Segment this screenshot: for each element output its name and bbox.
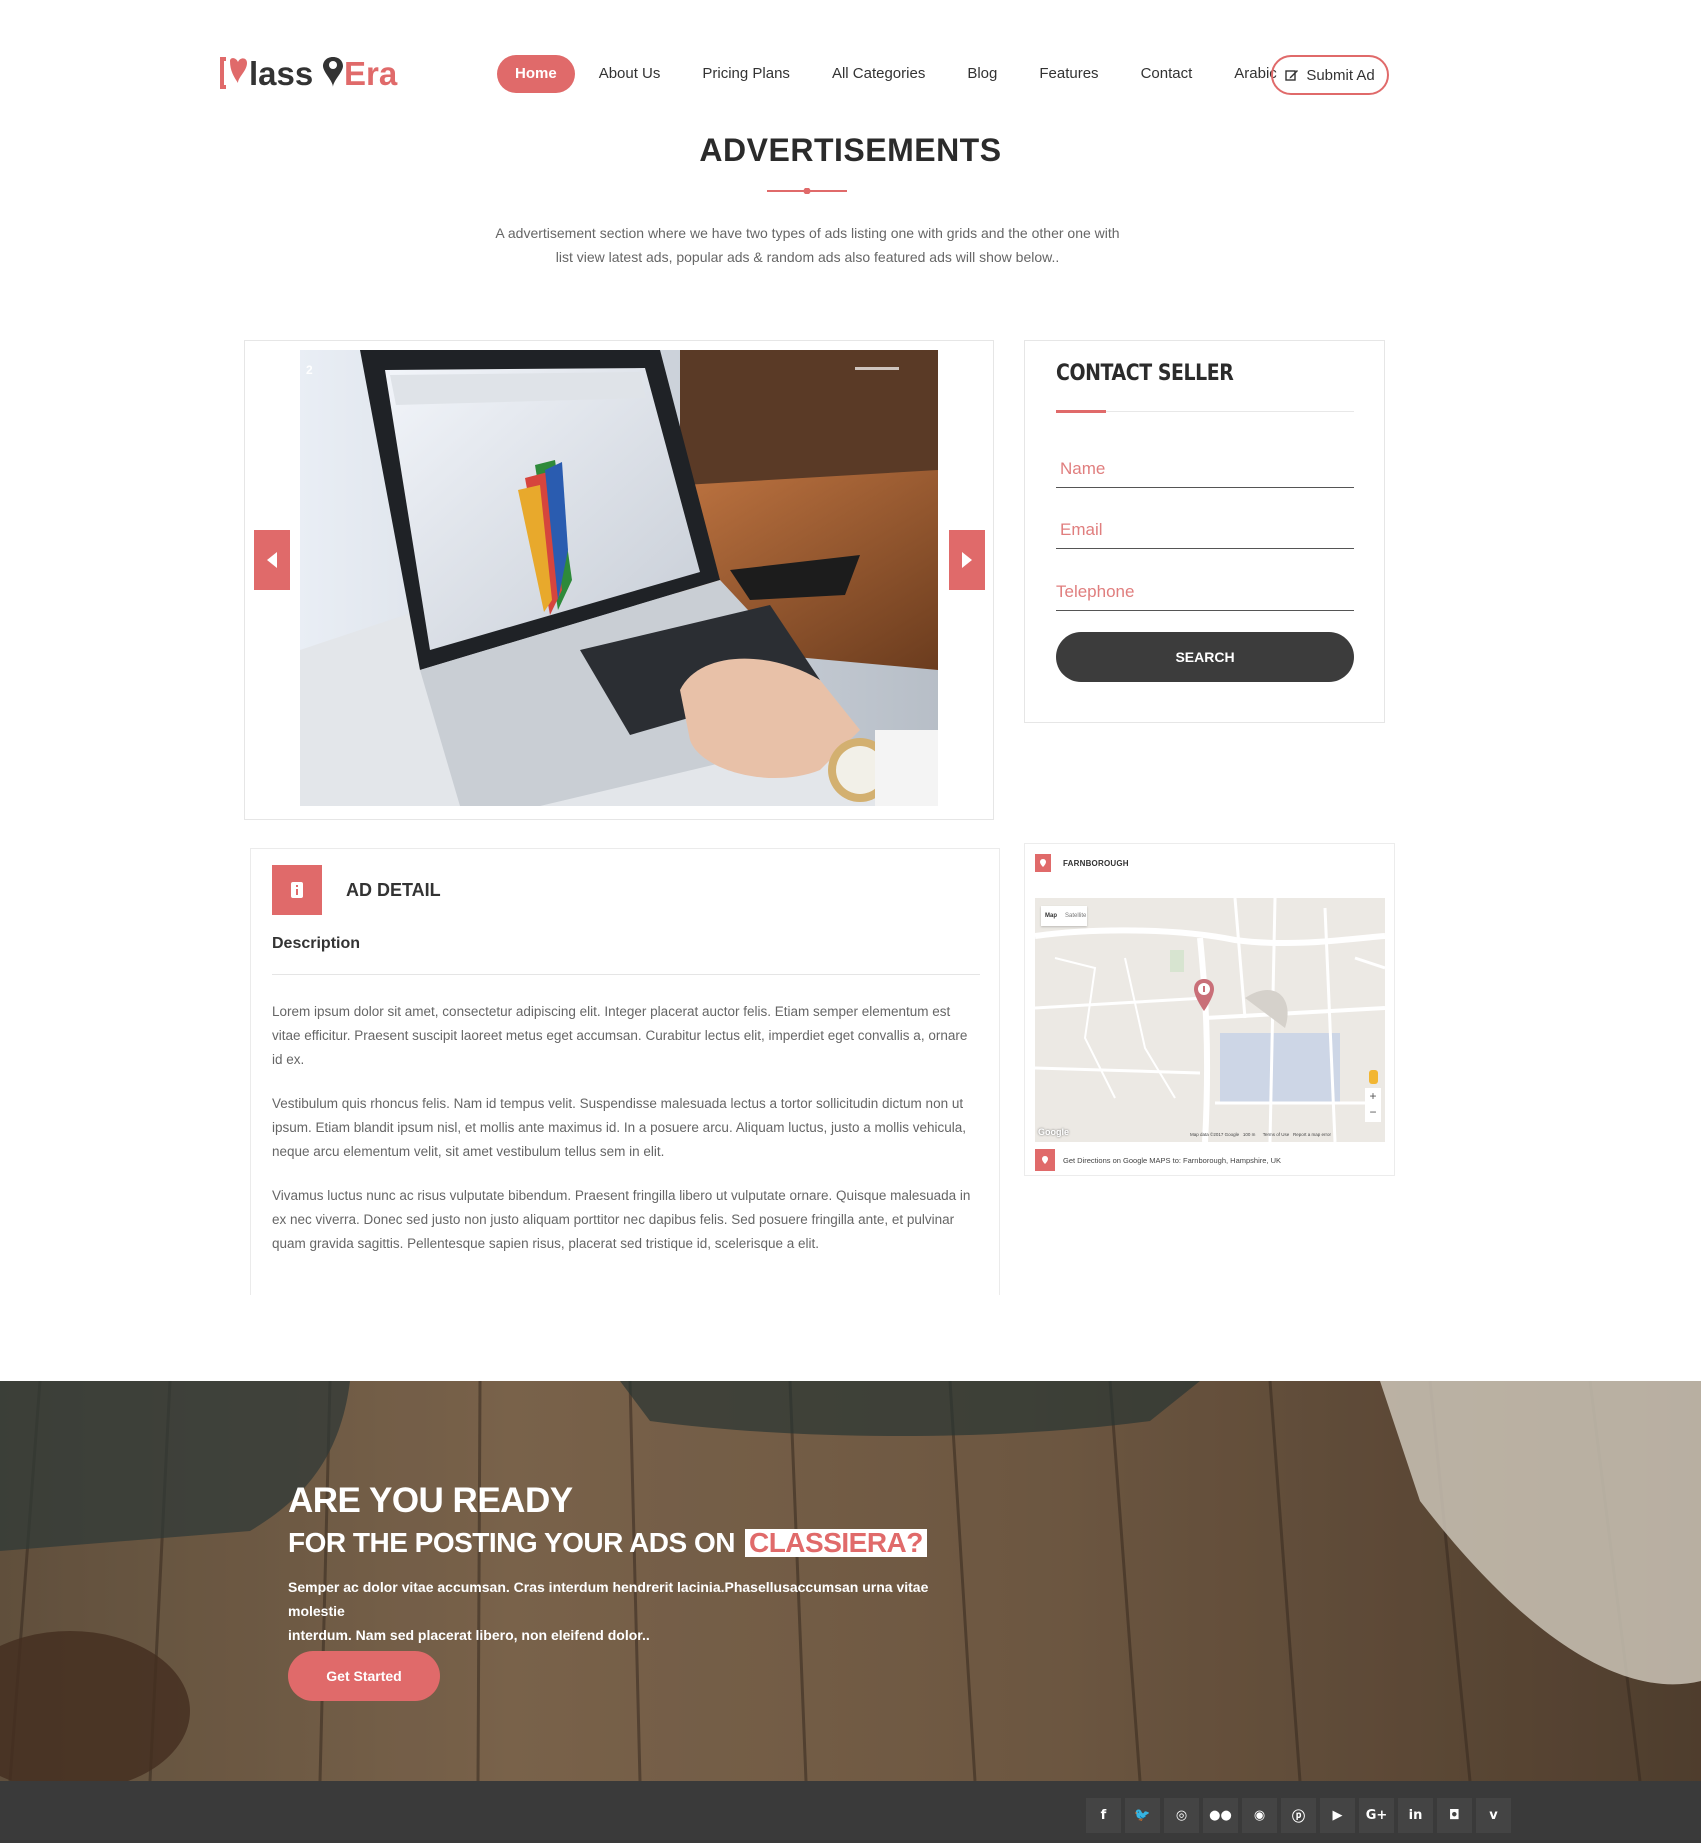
- name-field[interactable]: [1056, 450, 1354, 488]
- slide-counter: 2: [306, 363, 313, 377]
- description-paragraph: Vivamus luctus nunc ac risus vulputate b…: [272, 1188, 971, 1251]
- contact-seller-panel: CONTACT SELLER SEARCH: [1024, 340, 1385, 723]
- svg-text:Era: Era: [344, 55, 398, 92]
- footer-bar: f 🐦 ◎ ●● ◉ ⓟ ▶ G+ in ◘ v: [0, 1781, 1701, 1843]
- svg-text:lass: lass: [249, 55, 313, 92]
- dribbble-icon[interactable]: ◎: [1164, 1798, 1199, 1833]
- nav-item-all-categories[interactable]: All Categories: [811, 55, 946, 93]
- search-button[interactable]: SEARCH: [1056, 632, 1354, 682]
- google-plus-icon[interactable]: G+: [1359, 1798, 1394, 1833]
- classiera-logo-icon: lass Era: [220, 55, 398, 92]
- nav-item-blog[interactable]: Blog: [946, 55, 1018, 93]
- slider-next-button[interactable]: [949, 530, 985, 590]
- divider-accent: [1056, 410, 1106, 413]
- zoom-control: + −: [1365, 1088, 1381, 1122]
- email-field[interactable]: [1056, 511, 1354, 549]
- ad-detail-title: AD DETAIL: [346, 880, 441, 900]
- map-tab[interactable]: Map: [1045, 913, 1057, 919]
- vimeo-icon[interactable]: v: [1476, 1798, 1511, 1833]
- cta-highlight: CLASSIERA?: [744, 1529, 927, 1557]
- location-map-panel: FARNBOROUGH Map Satellite + − Google Map…: [1024, 843, 1395, 1176]
- map-location-name: FARNBOROUGH: [1063, 858, 1129, 868]
- site-logo[interactable]: lass Era: [220, 50, 406, 95]
- telephone-field[interactable]: [1056, 573, 1354, 611]
- nav-item-contact[interactable]: Contact: [1120, 55, 1214, 93]
- google-map[interactable]: Map Satellite + − Google Map data ©2017 …: [1035, 898, 1385, 1142]
- contact-seller-title: CONTACT SELLER: [1056, 361, 1234, 386]
- nav-item-about-us[interactable]: About Us: [578, 55, 682, 93]
- get-started-button[interactable]: Get Started: [288, 1651, 440, 1701]
- location-pin-icon: [1035, 1149, 1055, 1171]
- map-tiles: [1035, 898, 1385, 1142]
- cta-subheading: FOR THE POSTING YOUR ADS ON CLASSIERA?: [288, 1527, 927, 1559]
- map-location-header: FARNBOROUGH: [1035, 854, 1129, 872]
- street-view-pegman-icon[interactable]: [1369, 1070, 1378, 1084]
- section-description: A advertisement section where we have tw…: [495, 225, 1120, 265]
- description-paragraph: Lorem ipsum dolor sit amet, consectetur …: [272, 1004, 968, 1067]
- nav-item-home[interactable]: Home: [497, 55, 575, 93]
- section-title: ADVERTISEMENTS: [699, 132, 1002, 168]
- pinterest-icon[interactable]: ⓟ: [1281, 1798, 1316, 1833]
- submit-ad-button[interactable]: Submit Ad: [1271, 55, 1389, 95]
- instagram-icon[interactable]: ◘: [1437, 1798, 1472, 1833]
- slide-image[interactable]: 2: [300, 350, 938, 806]
- laptop-photo: [300, 350, 938, 806]
- info-icon: [291, 882, 303, 898]
- satellite-tab[interactable]: Satellite: [1065, 913, 1086, 919]
- title-divider: [767, 188, 847, 194]
- main-nav: Home About Us Pricing Plans All Categories B…: [497, 55, 1298, 93]
- cta-body: Semper ac dolor vitae accumsan. Cras int…: [288, 1579, 929, 1643]
- divider: [272, 974, 980, 975]
- flickr-icon[interactable]: ●●: [1203, 1798, 1238, 1833]
- ad-image-slider: 2: [244, 340, 994, 820]
- call-to-action-banner: ARE YOU READY FOR THE POSTING YOUR ADS O…: [0, 1381, 1701, 1781]
- cta-heading: ARE YOU READY: [288, 1481, 573, 1520]
- nav-item-pricing-plans[interactable]: Pricing Plans: [681, 55, 811, 93]
- slide-indicator[interactable]: [855, 367, 899, 370]
- info-badge: [272, 865, 322, 915]
- map-terms[interactable]: Map data ©2017 Google 100 m Terms of Use…: [1190, 1132, 1331, 1137]
- nav-item-features[interactable]: Features: [1018, 55, 1119, 93]
- description-heading: Description: [272, 935, 361, 952]
- zoom-out-button[interactable]: −: [1369, 1104, 1376, 1120]
- map-type-control[interactable]: Map Satellite: [1041, 906, 1087, 926]
- slider-prev-button[interactable]: [254, 530, 290, 590]
- facebook-icon[interactable]: f: [1086, 1798, 1121, 1833]
- linkedin-icon[interactable]: in: [1398, 1798, 1433, 1833]
- directions-text: Get Directions on Google MAPS to: Farnbo…: [1063, 1155, 1282, 1165]
- submit-ad-label: Submit Ad: [1306, 66, 1375, 84]
- description-paragraph: Vestibulum quis rhoncus felis. Nam id te…: [272, 1096, 967, 1159]
- get-directions-link[interactable]: Get Directions on Google MAPS to: Farnbo…: [1035, 1149, 1281, 1171]
- triangle-right-icon: [962, 552, 972, 568]
- ad-detail-panel: AD DETAIL Description Lorem ipsum dolor …: [250, 848, 1000, 1295]
- github-icon[interactable]: ◉: [1242, 1798, 1277, 1833]
- zoom-in-button[interactable]: +: [1369, 1088, 1376, 1104]
- triangle-left-icon: [267, 552, 277, 568]
- google-attribution: Google: [1038, 1127, 1069, 1137]
- social-links: f 🐦 ◎ ●● ◉ ⓟ ▶ G+ in ◘ v: [1086, 1798, 1511, 1833]
- youtube-icon[interactable]: ▶: [1320, 1798, 1355, 1833]
- twitter-icon[interactable]: 🐦: [1125, 1798, 1160, 1833]
- edit-icon: [1285, 70, 1299, 81]
- location-pin-icon: [1035, 854, 1051, 872]
- map-marker-icon[interactable]: [1194, 979, 1214, 1011]
